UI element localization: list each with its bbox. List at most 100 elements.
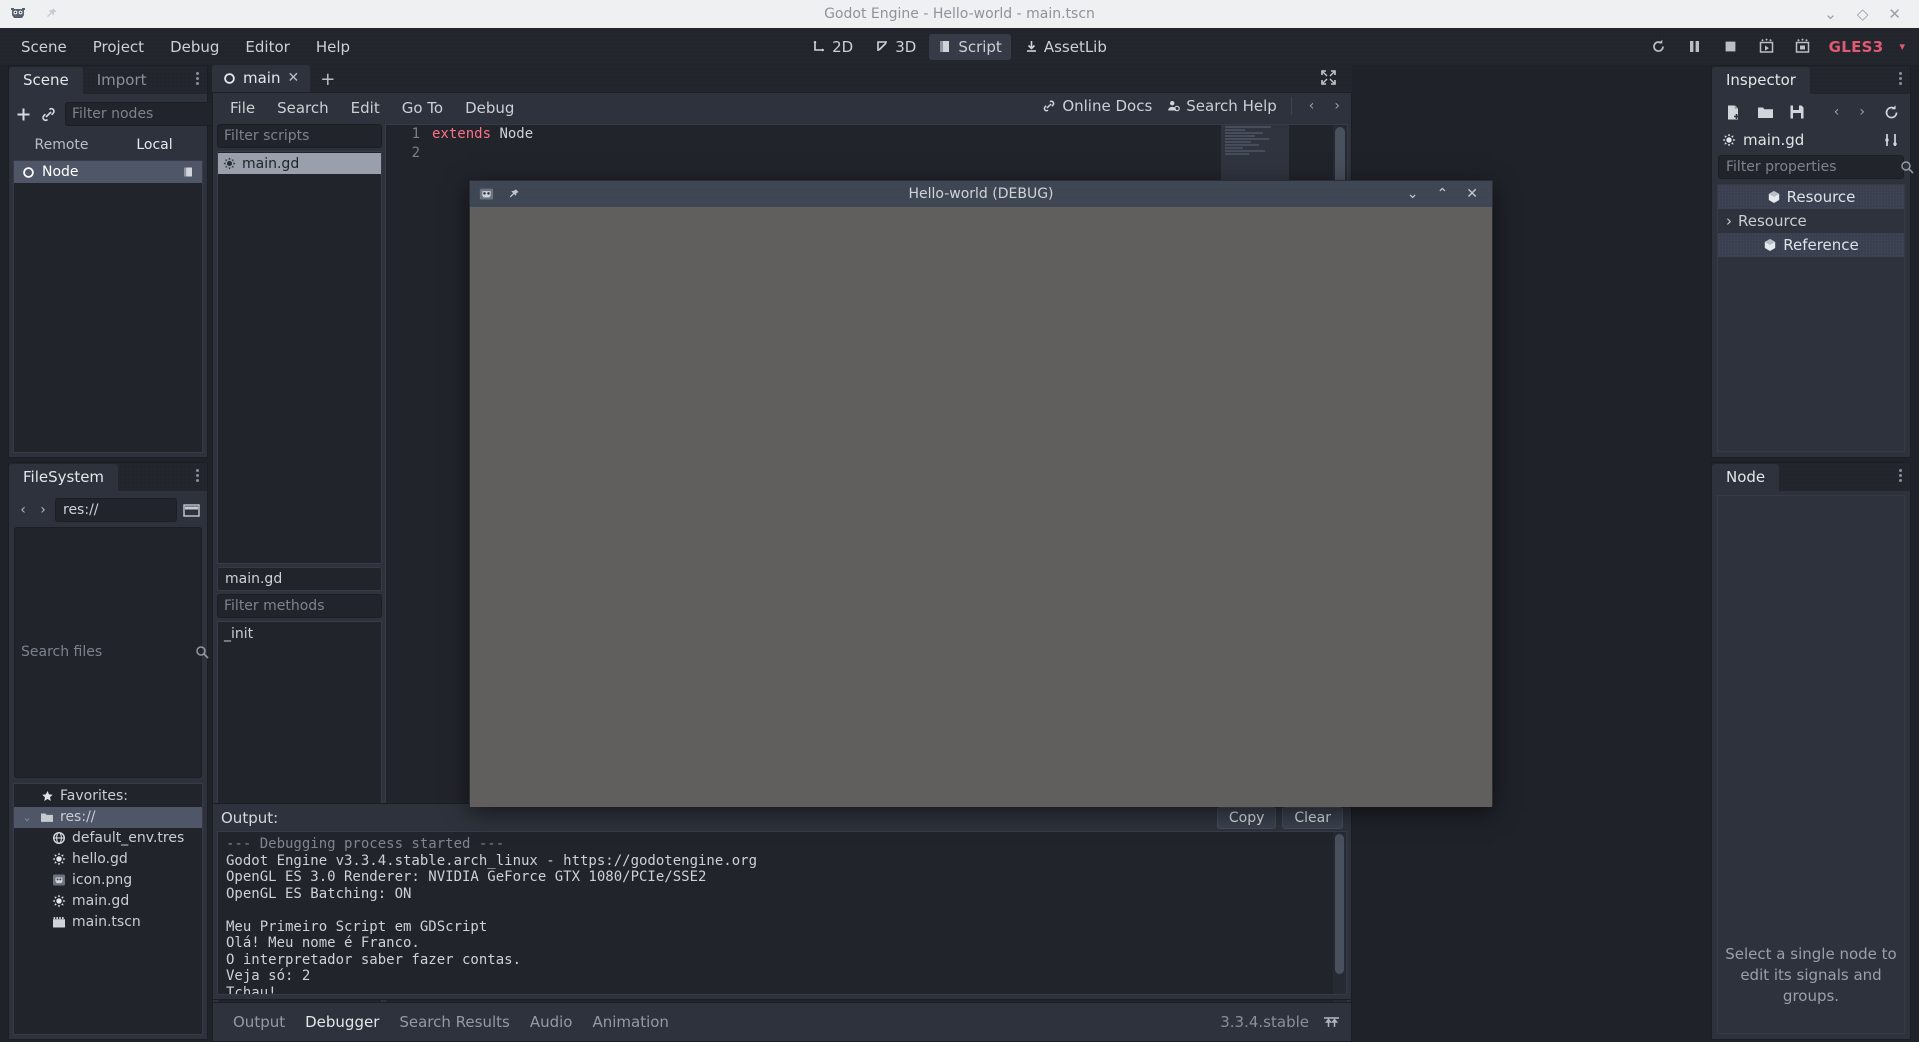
output-log[interactable]: --- Debugging process started --- Godot … (217, 831, 1347, 995)
scene-mode-remote[interactable]: Remote (15, 134, 108, 156)
mode-script-button[interactable]: Script (929, 34, 1011, 60)
history-prev-button[interactable]: ‹ (1831, 104, 1843, 120)
inspector-dock-tabs: Inspector (1712, 66, 1910, 94)
fullscreen-icon[interactable] (1320, 69, 1338, 87)
expander-icon[interactable]: ⌄ (20, 811, 34, 824)
filter-methods-field[interactable] (217, 594, 382, 618)
game-close-button[interactable]: ✕ (1466, 186, 1478, 202)
bottom-tab-animation[interactable]: Animation (582, 1010, 678, 1034)
node-dock-menu-icon[interactable] (1899, 469, 1902, 482)
link-icon[interactable] (40, 104, 57, 124)
open-script-row[interactable]: main.gd (218, 153, 381, 174)
file-tree[interactable]: Favorites: ⌄ res:// (13, 783, 203, 1036)
bottom-tab-search-results[interactable]: Search Results (389, 1010, 519, 1034)
new-resource-icon[interactable] (1724, 103, 1742, 121)
clear-button[interactable]: Clear (1282, 807, 1343, 829)
plus-icon[interactable] (15, 104, 32, 124)
filter-properties-field[interactable] (1718, 155, 1904, 179)
open-scripts-list[interactable]: main.gd (217, 151, 382, 564)
mode-assetlib-button[interactable]: AssetLib (1015, 34, 1116, 60)
game-maximize-button[interactable]: ⌃ (1437, 186, 1449, 202)
script-menu-edit[interactable]: Edit (340, 96, 391, 120)
maximize-button[interactable]: ◇ (1857, 7, 1869, 22)
file-row-main-tscn[interactable]: main.tscn (14, 912, 202, 933)
chevron-right-icon[interactable]: › (1726, 212, 1732, 230)
file-row-icon-png[interactable]: icon.png (14, 870, 202, 891)
history-next-button[interactable]: › (1856, 104, 1868, 120)
fs-back-button[interactable]: ‹ (15, 502, 31, 518)
scene-tree-row-node[interactable]: Node (14, 161, 202, 183)
copy-button[interactable]: Copy (1217, 807, 1277, 829)
filter-methods-input[interactable] (224, 598, 398, 614)
save-icon[interactable] (1788, 103, 1806, 121)
mode-3d-button[interactable]: 3D (866, 34, 925, 60)
inspector-category-reference[interactable]: Reference (1718, 233, 1904, 257)
inspector-section-resource[interactable]: › Resource (1718, 209, 1904, 233)
fs-search-input[interactable] (21, 644, 195, 660)
scene-tree[interactable]: Node (13, 160, 203, 453)
script-menu-debug[interactable]: Debug (454, 96, 525, 120)
tab-node[interactable]: Node (1712, 464, 1779, 491)
play-reload-icon[interactable] (1649, 37, 1669, 57)
output-line: Tchau! (226, 985, 277, 996)
play-custom-scene-icon[interactable] (1793, 37, 1813, 57)
tab-import[interactable]: Import (83, 67, 161, 94)
script-history-next-button[interactable]: › (1331, 98, 1343, 114)
script-attached-icon[interactable] (180, 164, 196, 180)
object-tools-icon[interactable] (1882, 131, 1900, 149)
filter-scripts-input[interactable] (224, 128, 398, 144)
pause-icon[interactable] (1685, 37, 1705, 57)
stop-icon[interactable] (1721, 37, 1741, 57)
pin-icon[interactable] (42, 5, 60, 23)
scene-dock-menu-icon[interactable] (196, 72, 199, 85)
fs-path-field[interactable]: res:// (55, 498, 177, 522)
file-row-res-root[interactable]: ⌄ res:// (14, 807, 202, 828)
script-history-prev-button[interactable]: ‹ (1306, 98, 1318, 114)
file-row-hello-gd[interactable]: hello.gd (14, 849, 202, 870)
bottom-tab-debugger[interactable]: Debugger (295, 1010, 389, 1034)
file-row-default-env[interactable]: default_env.tres (14, 828, 202, 849)
filesystem-dock-menu-icon[interactable] (196, 469, 199, 482)
fs-forward-button[interactable]: › (35, 502, 51, 518)
game-minimize-button[interactable]: ⌄ (1407, 186, 1419, 202)
output-scrollbar-thumb[interactable] (1335, 834, 1344, 974)
play-scene-icon[interactable] (1757, 37, 1777, 57)
close-icon[interactable]: ✕ (287, 70, 299, 86)
file-row-favorites[interactable]: Favorites: (14, 786, 202, 807)
script-menu-search[interactable]: Search (266, 96, 340, 120)
inspector-dock-menu-icon[interactable] (1899, 72, 1902, 85)
filter-scripts-field[interactable] (217, 124, 382, 148)
game-viewport[interactable] (470, 207, 1492, 807)
folder-open-icon[interactable] (1756, 103, 1774, 121)
online-docs-button[interactable]: Online Docs (1042, 97, 1152, 115)
inspector-property-list[interactable]: Resource › Resource Reference (1717, 184, 1905, 452)
left-dock-column: Scene Import (8, 65, 208, 1040)
bottom-tab-output[interactable]: Output (223, 1010, 295, 1034)
inspector-category-resource[interactable]: Resource (1718, 185, 1904, 209)
new-script-tab-button[interactable]: + (310, 67, 345, 92)
member-row[interactable]: _init (218, 624, 381, 644)
filter-properties-input[interactable] (1726, 159, 1900, 175)
minimize-button[interactable]: ⌄ (1824, 7, 1837, 22)
fs-search-field[interactable] (14, 527, 202, 778)
output-line: Veja só: 2 (226, 968, 310, 984)
script-menu-file[interactable]: File (219, 96, 266, 120)
history-icon[interactable] (1882, 103, 1900, 121)
tab-scene[interactable]: Scene (9, 67, 83, 94)
script-tab-main[interactable]: main ✕ (212, 65, 310, 92)
bottom-tab-audio[interactable]: Audio (520, 1010, 583, 1034)
game-window-title-bar[interactable]: Hello-world (DEBUG) ⌄ ⌃ ✕ (470, 181, 1492, 207)
close-button[interactable]: ✕ (1888, 7, 1901, 22)
output-scrollbar[interactable] (1333, 832, 1346, 994)
tab-inspector[interactable]: Inspector (1712, 67, 1810, 94)
script-menu-goto[interactable]: Go To (391, 96, 454, 120)
mode-2d-button[interactable]: 2D (803, 34, 862, 60)
current-script-name-field[interactable]: main.gd ↕ (217, 567, 382, 591)
split-mode-icon[interactable] (181, 501, 201, 519)
expand-bottom-panel-icon[interactable] (1321, 1012, 1341, 1032)
file-row-main-gd[interactable]: main.gd (14, 891, 202, 912)
tab-filesystem[interactable]: FileSystem (9, 464, 118, 491)
debug-game-window[interactable]: Hello-world (DEBUG) ⌄ ⌃ ✕ (469, 180, 1493, 806)
scene-mode-local[interactable]: Local (108, 134, 201, 156)
search-help-button[interactable]: Search Help (1166, 97, 1277, 115)
